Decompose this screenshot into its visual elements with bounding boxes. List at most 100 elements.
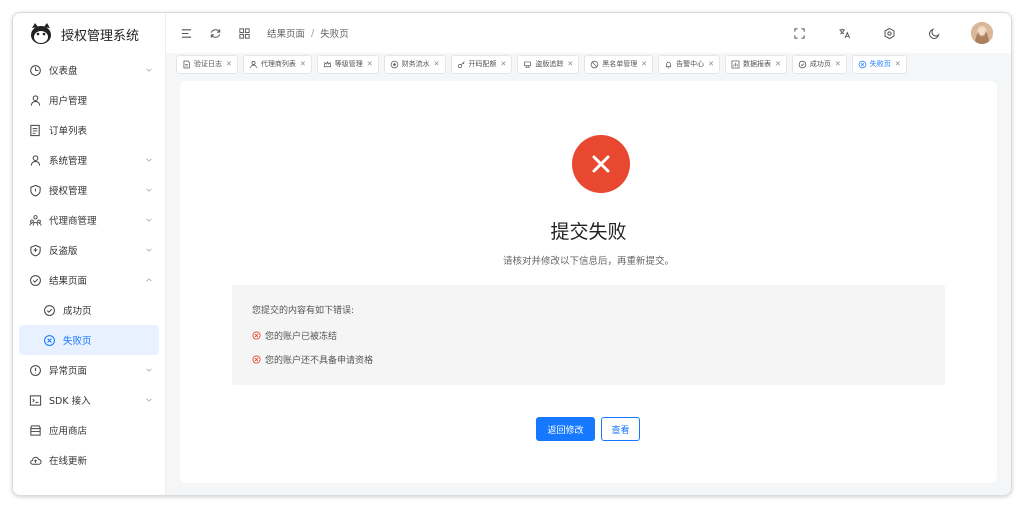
logo[interactable]: 授权管理系统 [13, 13, 165, 55]
tab[interactable]: 盗版追踪 ✕ [517, 54, 580, 74]
translate-icon[interactable] [838, 27, 851, 40]
back-to-edit-button[interactable]: 返回修改 [536, 417, 595, 441]
sidebar-item[interactable]: 订单列表 [13, 115, 165, 145]
tab[interactable]: 开码配额 ✕ [450, 54, 513, 74]
tab-label: 等级管理 [334, 60, 363, 68]
list-icon [30, 124, 40, 136]
tab[interactable]: 数据报表 ✕ [725, 54, 787, 74]
sidebar-item-label: 在线更新 [49, 456, 88, 467]
x-circle-icon [858, 60, 867, 68]
sidebar-item[interactable]: 用户管理 [13, 85, 165, 115]
tab-label: 盗版追踪 [535, 60, 564, 68]
error-status-icon [572, 135, 630, 193]
app-window: 授权管理系统 仪表盘 用户管理 订单列表 系统管理 授权管理 代理商管理 反盗版 结果页面 成功… [12, 12, 1012, 496]
close-icon[interactable]: ✕ [835, 60, 841, 68]
refresh-icon[interactable] [209, 27, 222, 40]
result-card: 提交失败 请核对并修改以下信息后，再重新提交。 您提交的内容有如下错误: 您的账… [180, 81, 997, 483]
main-area: 结果页面 / 失败页 验证日志 ✕ 代理商列表 ✕ 等级管理 ✕ 财务流水 ✕ 开码配额 ✕ 盗版追… [166, 13, 1011, 495]
sidebar-menu: 仪表盘用户管理订单列表系统管理授权管理代理商管理反盗版结果页面 成功页 失败页异常页… [13, 55, 165, 475]
sidebar-item[interactable]: 失败页 [19, 325, 159, 355]
sidebar-item[interactable]: 反盗版 [13, 235, 165, 265]
header-actions [777, 22, 993, 44]
tab[interactable]: 等级管理 ✕ [316, 54, 379, 74]
view-button[interactable]: 查看 [601, 417, 640, 441]
chevron-down-icon [146, 188, 152, 192]
close-icon[interactable]: ✕ [501, 60, 507, 68]
tab[interactable]: 成功页 ✕ [791, 54, 847, 74]
tab-label: 黑名单管理 [602, 60, 638, 68]
chevron-down-icon [146, 68, 152, 72]
app-title: 授权管理系统 [61, 28, 140, 44]
logo-icon [31, 23, 51, 44]
error-item-text: 您的账户已被冻结 [265, 332, 338, 342]
tab[interactable]: 验证日志 ✕ [176, 54, 238, 74]
menu-fold-icon[interactable] [180, 27, 193, 40]
ban-icon [590, 60, 599, 68]
dark-mode-icon[interactable] [928, 27, 941, 40]
chevron-down-icon [146, 368, 152, 372]
store-icon [29, 424, 42, 436]
breadcrumb-current: 失败页 [320, 29, 349, 40]
tab-label: 成功页 [809, 60, 831, 68]
close-icon[interactable]: ✕ [300, 60, 306, 68]
dashboard-icon [30, 64, 41, 76]
tab-label: 财务流水 [401, 60, 430, 68]
chevron-down-icon [146, 218, 152, 222]
chevron-up-icon [146, 278, 152, 282]
sidebar-item[interactable]: SDK 接入 [13, 385, 165, 415]
error-item-text: 您的账户还不具备申请资格 [265, 356, 374, 366]
sidebar-item-label: 反盗版 [49, 246, 78, 257]
tab[interactable]: 财务流水 ✕ [383, 54, 446, 74]
tab[interactable]: 代理商列表 ✕ [242, 54, 312, 74]
top-bar: 结果页面 / 失败页 [166, 13, 1011, 53]
scan-icon [524, 61, 532, 68]
tab[interactable]: 黑名单管理 ✕ [584, 54, 654, 74]
breadcrumb-separator: / [311, 27, 315, 39]
chevron-down-icon [146, 248, 152, 252]
shield-icon [30, 184, 41, 196]
sidebar-item-label: 应用商店 [49, 426, 88, 437]
fullscreen-icon[interactable] [793, 27, 806, 40]
close-icon[interactable]: ✕ [708, 60, 714, 68]
sidebar-item[interactable]: 在线更新 [13, 445, 165, 475]
close-icon[interactable]: ✕ [434, 60, 440, 68]
sidebar-item[interactable]: 系统管理 [13, 145, 165, 175]
check-circle-icon [30, 274, 41, 286]
sidebar-item-label: 订单列表 [49, 126, 88, 137]
sidebar-item-label: 系统管理 [49, 156, 88, 167]
shield-plus-icon [30, 244, 41, 256]
tab[interactable]: 告警中心 ✕ [658, 54, 720, 74]
close-icon[interactable]: ✕ [641, 60, 647, 68]
chevron-down-icon [146, 158, 152, 162]
tab-label: 开码配额 [468, 60, 497, 68]
key-icon [457, 60, 465, 68]
avatar[interactable] [971, 22, 993, 44]
close-icon[interactable]: ✕ [567, 60, 573, 68]
sidebar-item[interactable]: 异常页面 [13, 355, 165, 385]
tab[interactable]: 失败页 ✕ [851, 54, 907, 74]
close-icon[interactable]: ✕ [367, 60, 373, 68]
sidebar-item[interactable]: 代理商管理 [13, 205, 165, 235]
bell-icon [666, 61, 672, 68]
close-icon[interactable]: ✕ [226, 60, 232, 68]
sidebar-item[interactable]: 授权管理 [13, 175, 165, 205]
result-actions: 返回修改 查看 [536, 417, 640, 441]
settings-icon[interactable] [883, 27, 896, 40]
breadcrumb-item[interactable]: 结果页面 [267, 26, 305, 40]
sidebar-item[interactable]: 仪表盘 [13, 55, 165, 85]
sidebar-item[interactable]: 应用商店 [13, 415, 165, 445]
sidebar-item-label: SDK 接入 [49, 396, 91, 407]
close-icon[interactable]: ✕ [775, 60, 781, 68]
sidebar-item-label: 代理商管理 [49, 216, 97, 227]
sidebar-item-label: 仪表盘 [49, 66, 78, 77]
tab-label: 失败页 [869, 60, 891, 68]
crown-icon [323, 60, 331, 67]
result-title: 提交失败 [550, 221, 627, 243]
close-icon[interactable]: ✕ [895, 60, 901, 68]
sidebar-item[interactable]: 成功页 [13, 295, 165, 325]
grid-icon[interactable] [238, 27, 251, 40]
check-circle-icon [44, 304, 55, 316]
user-icon [30, 94, 41, 106]
sidebar-item-label: 异常页面 [49, 366, 88, 377]
sidebar-item[interactable]: 结果页面 [13, 265, 165, 295]
